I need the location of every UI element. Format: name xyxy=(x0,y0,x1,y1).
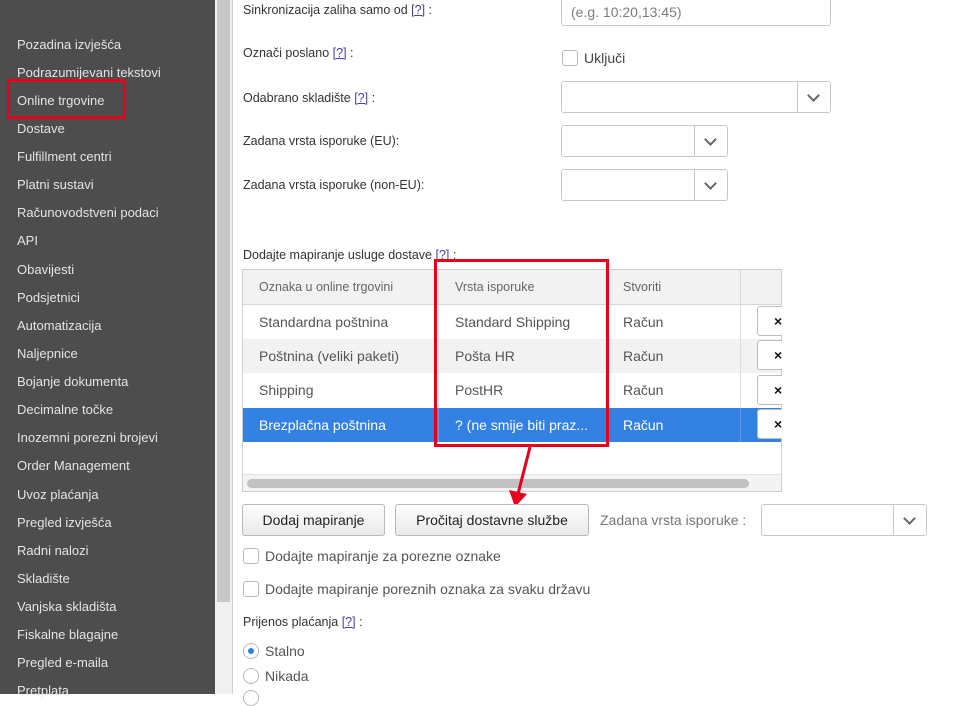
tax-mapping-label: Dodajte mapiranje za porezne oznake xyxy=(265,548,501,564)
sidebar-item-report-background[interactable]: Pozadina izvješća xyxy=(17,37,121,52)
sidebar-item-default-texts[interactable]: Podrazumijevani tekstovi xyxy=(17,65,161,80)
column-header-actions xyxy=(741,270,781,305)
column-header-create[interactable]: Stvoriti xyxy=(607,270,741,305)
delivery-eu-select[interactable] xyxy=(561,125,728,157)
sidebar-item-payment-import[interactable]: Uvoz plaćanja xyxy=(17,487,99,502)
sidebar-item-external-warehouses[interactable]: Vanjska skladišta xyxy=(17,599,116,614)
mark-sent-checkbox[interactable] xyxy=(562,50,578,66)
tax-mapping-country-checkbox[interactable] xyxy=(243,581,259,597)
payment-always-radio[interactable] xyxy=(243,643,259,659)
sidebar-item-labels[interactable]: Naljepnice xyxy=(17,346,78,361)
mark-sent-option-label: Uključi xyxy=(584,50,626,66)
sidebar-item-document-coloring[interactable]: Bojanje dokumenta xyxy=(17,374,128,389)
sidebar-item-work-orders[interactable]: Radni nalozi xyxy=(17,543,89,558)
delivery-eu-label: Zadana vrsta isporuke (EU): xyxy=(243,134,400,148)
cell-create[interactable]: Račun xyxy=(607,305,741,339)
sidebar-item-foreign-tax-numbers[interactable]: Inozemni porezni brojevi xyxy=(17,430,158,445)
sidebar-item-report-overview[interactable]: Pregled izvješća xyxy=(17,515,112,530)
help-link[interactable]: [?] xyxy=(354,91,368,105)
annotation-arrow-icon xyxy=(509,446,532,507)
mapping-label: Dodajte mapiranje usluge dostave [?] : xyxy=(243,248,457,262)
payment-never-label: Nikada xyxy=(265,668,309,684)
sidebar-item-deliveries[interactable]: Dostave xyxy=(17,121,65,136)
sidebar-item-accounting-data[interactable]: Računovodstveni podaci xyxy=(17,205,159,220)
cell-shop-label[interactable]: Brezplačna poštnina xyxy=(243,408,439,442)
highlight-delivery-type-column xyxy=(434,259,609,447)
warehouse-label: Odabrano skladište [?] : xyxy=(243,91,376,105)
sync-time-input[interactable]: (e.g. 10:20,13:45) xyxy=(561,0,831,26)
sync-time-placeholder: (e.g. 10:20,13:45) xyxy=(571,4,682,20)
cell-shop-label[interactable]: Standardna poštnina xyxy=(243,305,439,339)
sidebar-item-fulfillment-centers[interactable]: Fulfillment centri xyxy=(17,149,112,164)
sidebar-item-order-management[interactable]: Order Management xyxy=(17,458,130,473)
chevron-down-icon[interactable] xyxy=(694,170,727,200)
help-link[interactable]: [?] xyxy=(342,615,356,629)
add-mapping-button[interactable]: Dodaj mapiranje xyxy=(242,504,385,536)
help-link[interactable]: [?] xyxy=(333,46,347,60)
highlight-online-stores xyxy=(7,79,126,119)
default-delivery-select[interactable] xyxy=(761,504,927,536)
table-scrollbar-thumb[interactable] xyxy=(247,479,749,488)
sidebar-item-decimal-points[interactable]: Decimalne točke xyxy=(17,402,113,417)
sidebar-item-automation[interactable]: Automatizacija xyxy=(17,318,102,333)
table-overflow-mask xyxy=(782,269,977,492)
payment-never-radio[interactable] xyxy=(243,668,259,684)
read-delivery-services-button[interactable]: Pročitaj dostavne službe xyxy=(395,504,589,536)
chevron-down-icon[interactable] xyxy=(797,82,830,112)
column-header-shop-label[interactable]: Oznaka u online trgovini xyxy=(243,270,439,305)
sidebar-item-fiscal-registers[interactable]: Fiskalne blagajne xyxy=(17,627,118,642)
cell-shop-label[interactable]: Poštnina (veliki paketi) xyxy=(243,339,439,373)
sidebar-item-warehouse[interactable]: Skladište xyxy=(17,571,70,586)
content-border xyxy=(232,0,233,694)
sidebar-item-email-preview[interactable]: Pregled e-maila xyxy=(17,655,108,670)
payment-other-radio[interactable] xyxy=(243,690,259,706)
default-delivery-label: Zadana vrsta isporuke : xyxy=(600,512,747,528)
sidebar-item-api[interactable]: API xyxy=(17,233,38,248)
cell-create[interactable]: Račun xyxy=(607,339,741,373)
sidebar-item-notifications[interactable]: Obavijesti xyxy=(17,262,74,277)
sidebar-scrollbar-thumb[interactable] xyxy=(217,0,230,602)
chevron-down-icon[interactable] xyxy=(893,505,926,535)
delivery-noneu-select[interactable] xyxy=(561,169,728,201)
cell-create[interactable]: Račun xyxy=(607,373,741,407)
sidebar-item-subscription[interactable]: Pretplata xyxy=(17,683,69,698)
help-link[interactable]: [?] xyxy=(411,3,425,17)
cell-shop-label[interactable]: Shipping xyxy=(243,373,439,407)
sync-label: Sinkronizacija zaliha samo od [?] : xyxy=(243,3,433,17)
tax-mapping-country-label: Dodajte mapiranje poreznih oznaka za sva… xyxy=(265,581,591,597)
payment-always-label: Stalno xyxy=(265,643,305,659)
warehouse-select[interactable] xyxy=(561,81,831,113)
sidebar-item-payment-systems[interactable]: Platni sustavi xyxy=(17,177,94,192)
tax-mapping-checkbox[interactable] xyxy=(243,548,259,564)
mark-sent-label: Označi poslano [?] : xyxy=(243,46,354,60)
sidebar-item-reminders[interactable]: Podsjetnici xyxy=(17,290,80,305)
delivery-noneu-label: Zadana vrsta isporuke (non-EU): xyxy=(243,178,425,192)
chevron-down-icon[interactable] xyxy=(694,126,727,156)
cell-create[interactable]: Račun xyxy=(607,408,741,442)
payment-transfer-label: Prijenos plaćanja [?] : xyxy=(243,615,363,629)
